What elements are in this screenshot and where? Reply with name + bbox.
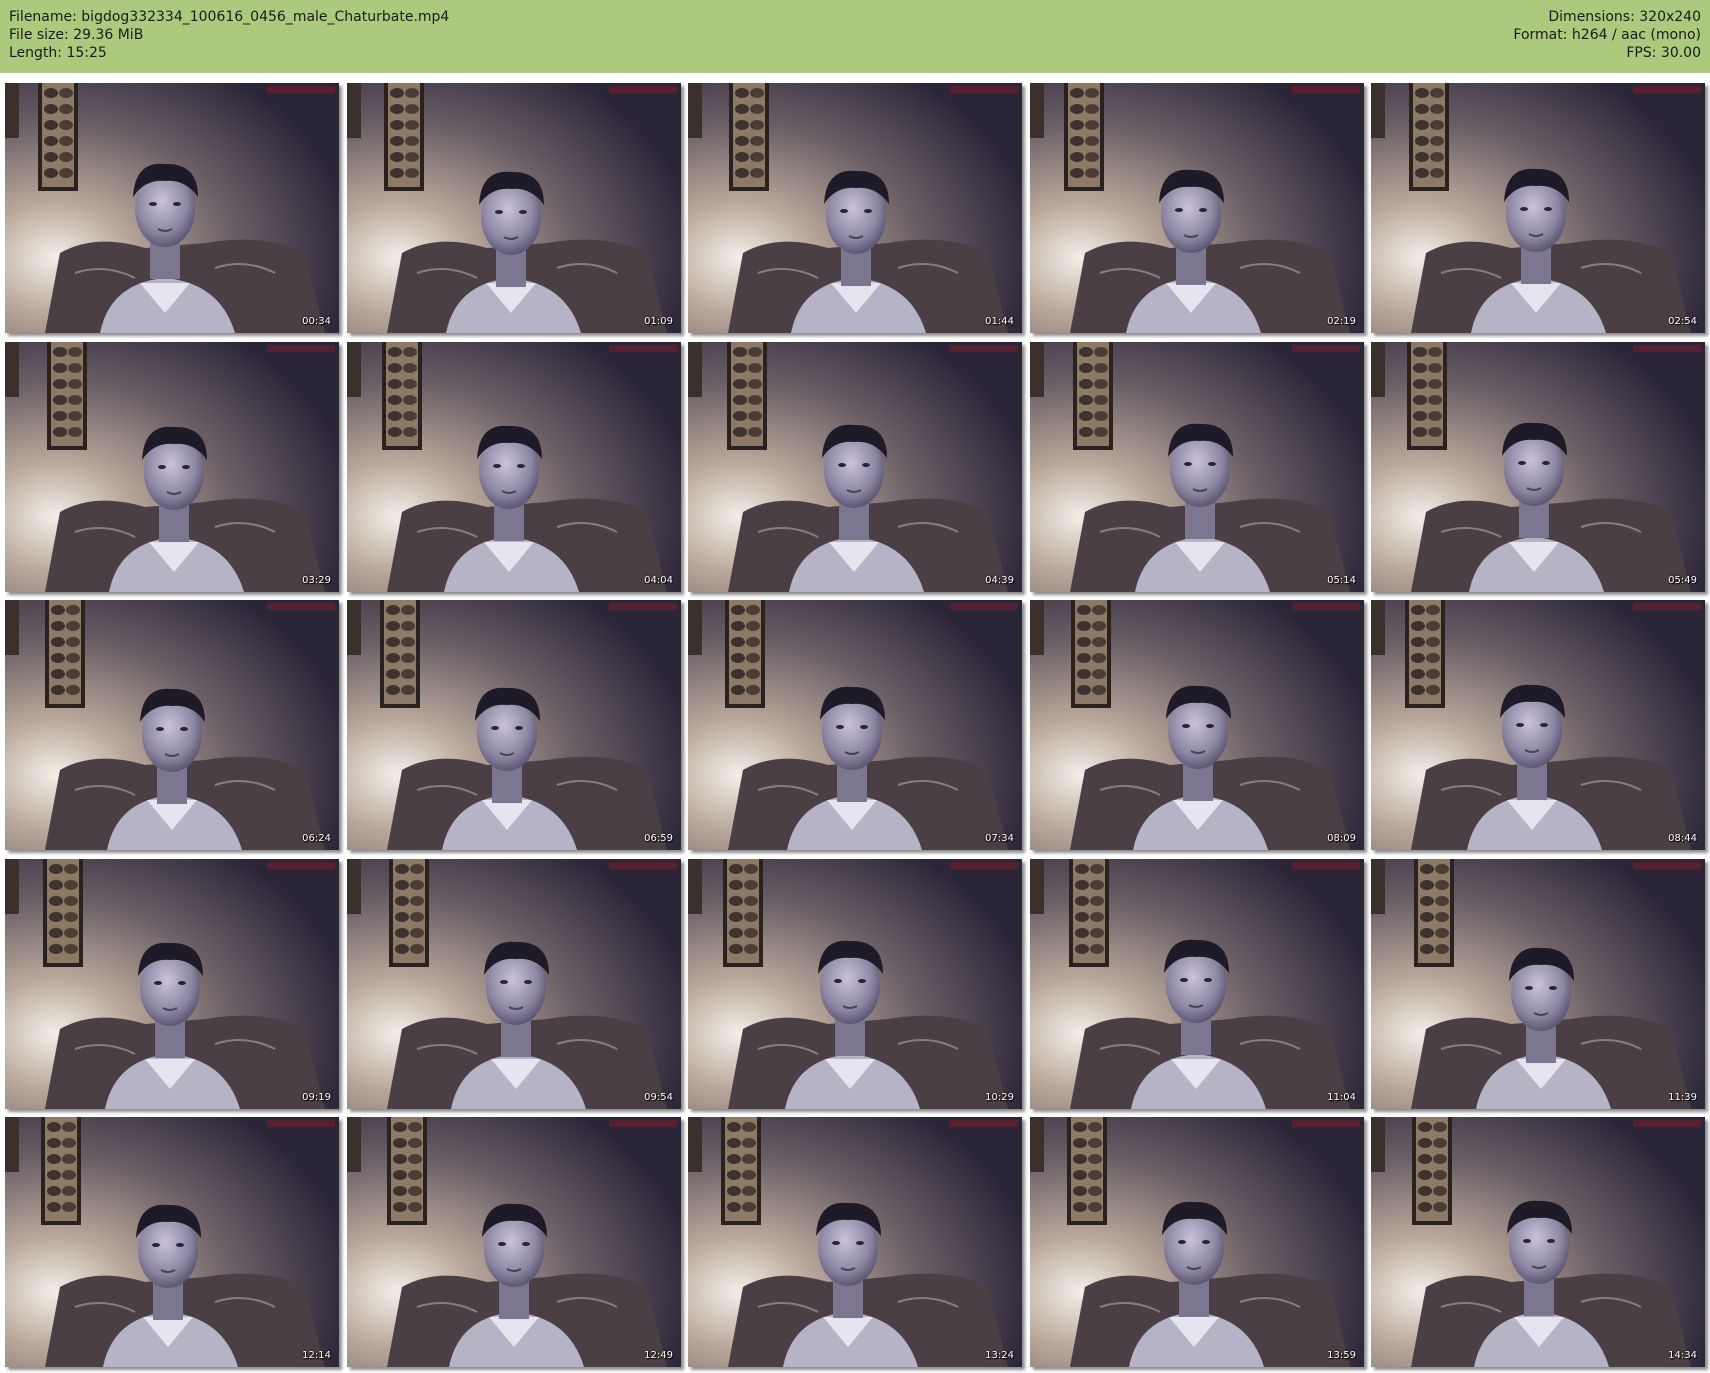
video-frame-image	[1371, 1117, 1705, 1367]
thumbnail-frame: 02:19	[1030, 83, 1364, 333]
video-frame-image	[5, 859, 339, 1109]
video-frame-image	[347, 342, 681, 592]
video-frame-image	[1371, 342, 1705, 592]
timestamp-label: 07:34	[985, 833, 1014, 844]
thumbnail-frame: 05:14	[1030, 342, 1364, 592]
thumbnail-frame: 11:39	[1371, 859, 1705, 1109]
timestamp-label: 04:39	[985, 575, 1014, 586]
video-frame-image	[1371, 859, 1705, 1109]
thumbnail-frame: 05:49	[1371, 342, 1705, 592]
thumbnail-frame: 13:24	[688, 1117, 1022, 1367]
timestamp-label: 00:34	[302, 316, 331, 327]
video-frame-image	[5, 342, 339, 592]
filesize-text: File size: 29.36 MiB	[9, 27, 144, 43]
info-header: Filename: bigdog332334_100616_0456_male_…	[0, 0, 1710, 73]
timestamp-label: 05:49	[1668, 575, 1697, 586]
thumbnail-frame: 14:34	[1371, 1117, 1705, 1367]
video-frame-image	[347, 83, 681, 333]
thumbnail-frame: 12:49	[347, 1117, 681, 1367]
video-frame-image	[688, 342, 1022, 592]
header-left: Filename: bigdog332334_100616_0456_male_…	[9, 8, 449, 62]
thumbnail-frame: 06:59	[347, 600, 681, 850]
thumbnail-frame: 11:04	[1030, 859, 1364, 1109]
thumbnail-frame: 09:19	[5, 859, 339, 1109]
thumbnail-frame: 00:34	[5, 83, 339, 333]
thumbnail-frame: 12:14	[5, 1117, 339, 1367]
timestamp-label: 06:59	[644, 833, 673, 844]
timestamp-label: 13:24	[985, 1350, 1014, 1361]
thumbnail-frame: 10:29	[688, 859, 1022, 1109]
video-frame-image	[688, 83, 1022, 333]
length-text: Length: 15:25	[9, 45, 107, 61]
thumbnail-frame: 08:09	[1030, 600, 1364, 850]
video-frame-image	[1030, 859, 1364, 1109]
timestamp-label: 02:54	[1668, 316, 1697, 327]
thumbnail-frame: 03:29	[5, 342, 339, 592]
timestamp-label: 12:14	[302, 1350, 331, 1361]
video-frame-image	[1371, 83, 1705, 333]
thumbnail-frame: 08:44	[1371, 600, 1705, 850]
fps-text: FPS: 30.00	[1626, 45, 1701, 61]
thumbnail-frame: 02:54	[1371, 83, 1705, 333]
timestamp-label: 12:49	[644, 1350, 673, 1361]
video-frame-image	[347, 1117, 681, 1367]
video-frame-image	[688, 859, 1022, 1109]
video-frame-image	[1371, 600, 1705, 850]
thumbnail-frame: 07:34	[688, 600, 1022, 850]
timestamp-label: 09:54	[644, 1092, 673, 1103]
timestamp-label: 03:29	[302, 575, 331, 586]
timestamp-label: 01:44	[985, 316, 1014, 327]
timestamp-label: 04:04	[644, 575, 673, 586]
thumbnail-frame: 04:39	[688, 342, 1022, 592]
video-frame-image	[1030, 342, 1364, 592]
header-right: Dimensions: 320x240 Format: h264 / aac (…	[1513, 8, 1701, 62]
thumbnail-grid: 00:34 01:09 01:44 02:19 02:54 03:29 04:0…	[5, 83, 1705, 1368]
timestamp-label: 05:14	[1327, 575, 1356, 586]
timestamp-label: 06:24	[302, 833, 331, 844]
video-frame-image	[1030, 83, 1364, 333]
thumbnail-frame: 13:59	[1030, 1117, 1364, 1367]
video-frame-image	[1030, 600, 1364, 850]
video-frame-image	[688, 1117, 1022, 1367]
thumbnail-frame: 09:54	[347, 859, 681, 1109]
video-frame-image	[5, 1117, 339, 1367]
dimensions-text: Dimensions: 320x240	[1548, 9, 1701, 25]
timestamp-label: 13:59	[1327, 1350, 1356, 1361]
video-frame-image	[688, 600, 1022, 850]
video-frame-image	[347, 600, 681, 850]
timestamp-label: 02:19	[1327, 316, 1356, 327]
timestamp-label: 10:29	[985, 1092, 1014, 1103]
timestamp-label: 11:39	[1668, 1092, 1697, 1103]
video-frame-image	[347, 859, 681, 1109]
video-frame-image	[5, 83, 339, 333]
thumbnail-frame: 06:24	[5, 600, 339, 850]
thumbnail-frame: 01:44	[688, 83, 1022, 333]
timestamp-label: 09:19	[302, 1092, 331, 1103]
format-text: Format: h264 / aac (mono)	[1513, 27, 1701, 43]
timestamp-label: 08:09	[1327, 833, 1356, 844]
thumbnail-frame: 04:04	[347, 342, 681, 592]
timestamp-label: 14:34	[1668, 1350, 1697, 1361]
video-frame-image	[5, 600, 339, 850]
video-frame-image	[1030, 1117, 1364, 1367]
timestamp-label: 01:09	[644, 316, 673, 327]
timestamp-label: 11:04	[1327, 1092, 1356, 1103]
filename-text: Filename: bigdog332334_100616_0456_male_…	[9, 9, 450, 25]
timestamp-label: 08:44	[1668, 833, 1697, 844]
thumbnail-frame: 01:09	[347, 83, 681, 333]
